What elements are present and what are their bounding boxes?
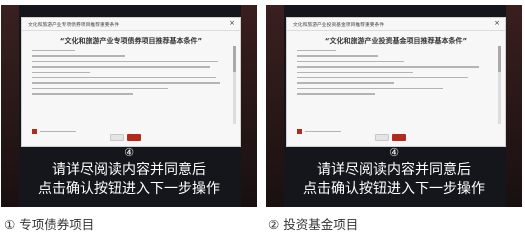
close-icon[interactable]: × (494, 19, 500, 27)
agree-checkbox[interactable] (297, 129, 302, 134)
dialog-heading: “文化和旅游产业专项债券项目推荐基本条件” (59, 37, 203, 45)
screenshot-panel-fund: 文化和旅游产业投资基金项目推荐重要条件 × “文化和旅游产业投资基金项目推荐基本… (266, 5, 522, 207)
dialog-divider (287, 30, 505, 31)
step-number: ④ (124, 146, 134, 159)
cancel-button[interactable] (110, 134, 124, 141)
dialog-body-text (297, 50, 491, 99)
cancel-button[interactable] (375, 134, 389, 141)
dialog-title: 文化和旅游产业投资基金项目推荐重要条件 (293, 23, 385, 28)
caption-number: ① (4, 217, 16, 232)
conditions-dialog: 文化和旅游产业投资基金项目推荐重要条件 × “文化和旅游产业投资基金项目推荐基本… (286, 17, 506, 147)
caption-fund-project: ② 投资基金项目 (268, 214, 358, 233)
dialog-heading: “文化和旅游产业投资基金项目推荐基本条件” (324, 37, 468, 45)
confirm-button[interactable] (127, 134, 141, 141)
agree-label (40, 130, 76, 133)
caption-number: ② (268, 217, 280, 232)
dialog-divider (22, 30, 240, 31)
instruction-line-1: 请详尽阅读内容并同意后 (317, 162, 471, 178)
agree-checkbox-row[interactable] (32, 121, 76, 140)
dialog-scrollbar[interactable] (498, 46, 501, 124)
conditions-dialog: 文化和旅游产业专项债券项目推荐重要条件 × “文化和旅游产业专项债券项目推荐基本… (21, 17, 241, 147)
dialog-title: 文化和旅游产业专项债券项目推荐重要条件 (28, 23, 120, 28)
caption-text: 专项债券项目 (19, 217, 95, 232)
confirm-button[interactable] (392, 134, 406, 141)
caption-text: 投资基金项目 (283, 217, 359, 232)
dialog-scrollbar[interactable] (233, 46, 236, 124)
agree-checkbox-row[interactable] (297, 121, 341, 140)
dialog-body-text (32, 50, 226, 99)
caption-debt-project: ① 专项债券项目 (4, 214, 94, 233)
screenshot-panel-debt: 文化和旅游产业专项债券项目推荐重要条件 × “文化和旅游产业专项债券项目推荐基本… (1, 5, 257, 207)
step-number: ④ (389, 146, 399, 159)
close-icon[interactable]: × (229, 19, 235, 27)
instruction-line-2: 点击确认按钮进入下一步操作 (38, 181, 220, 197)
instruction-line-1: 请详尽阅读内容并同意后 (52, 162, 206, 178)
agree-label (305, 130, 341, 133)
agree-checkbox[interactable] (32, 129, 37, 134)
instruction-line-2: 点击确认按钮进入下一步操作 (303, 181, 485, 197)
